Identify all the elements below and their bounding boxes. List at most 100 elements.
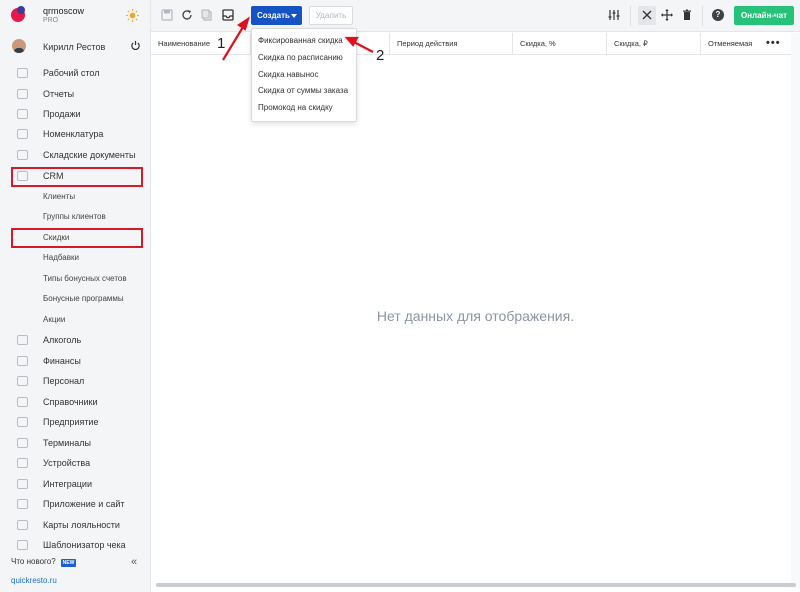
sidebar-item-warehouse-docs[interactable]: Складские документы (0, 145, 150, 165)
sidebar-item-staff[interactable]: Персонал (0, 371, 150, 391)
box-icon (17, 150, 28, 160)
wallet-icon (17, 356, 28, 366)
online-chat-button[interactable]: Онлайн-чат (734, 6, 794, 25)
sidebar-item-label: Складские документы (43, 150, 136, 160)
filter-settings-icon[interactable] (608, 9, 620, 21)
sidebar-item-app-and-site[interactable]: Приложение и сайт (0, 494, 150, 514)
trash-icon[interactable] (681, 9, 693, 21)
sidebar-item-label: Продажи (43, 109, 81, 119)
grid-header: Наименование Период действия Скидка, % С… (151, 33, 791, 55)
tools-icon (642, 10, 652, 20)
sidebar-item-label: Приложение и сайт (43, 499, 125, 509)
book-icon (17, 397, 28, 407)
link-icon (17, 479, 28, 489)
chevron-down-icon (291, 14, 297, 18)
move-icon[interactable] (661, 9, 673, 21)
sidebar-item-label: Финансы (43, 356, 81, 366)
sidebar-item-reports[interactable]: Отчеты (0, 84, 150, 104)
sidebar-item-label: Отчеты (43, 89, 75, 99)
sidebar-item-terminals[interactable]: Терминалы (0, 433, 150, 453)
sidebar-item-bonus-account-types[interactable]: Типы бонусных счетов (0, 269, 150, 289)
sidebar-item-label: Алкоголь (43, 335, 82, 345)
new-badge: NEW (61, 559, 76, 567)
annotation-step-2: 2 (376, 47, 385, 64)
tools-button[interactable] (638, 6, 656, 25)
create-button[interactable]: Создать (251, 6, 302, 25)
help-icon[interactable]: ? (712, 9, 724, 21)
sidebar-item-label: Бонусные программы (43, 294, 124, 303)
sidebar-item-label: Терминалы (43, 438, 91, 448)
sidebar-item-client-groups[interactable]: Группы клиентов (0, 207, 150, 227)
sidebar-item-label: Справочники (43, 397, 98, 407)
save-icon[interactable] (161, 9, 173, 21)
collapse-sidebar-button[interactable]: « (131, 556, 137, 568)
building-icon (17, 417, 28, 427)
sidebar-item-label: Надбавки (43, 253, 79, 262)
column-header-discount-rub[interactable]: Скидка, ₽ (607, 33, 701, 55)
column-header-name[interactable]: Наименование (151, 33, 251, 55)
horizontal-scrollbar[interactable] (156, 583, 796, 587)
window-icon (17, 499, 28, 509)
card-icon (17, 520, 28, 530)
brand-logo (11, 6, 25, 22)
sidebar-item-devices[interactable]: Устройства (0, 453, 150, 473)
sidebar-item-enterprise[interactable]: Предприятие (0, 412, 150, 432)
sidebar-item-integrations[interactable]: Интеграции (0, 474, 150, 494)
site-link[interactable]: quickresto.ru (11, 576, 57, 585)
sidebar-item-markups[interactable]: Надбавки (0, 248, 150, 268)
highlight-box-discounts (11, 228, 143, 248)
sidebar-item-references[interactable]: Справочники (0, 392, 150, 412)
menu-item-takeaway-discount[interactable]: Скидка навынос (252, 67, 356, 84)
sidebar-item-label: Группы клиентов (43, 212, 106, 221)
delete-button[interactable]: Удалить (309, 6, 353, 25)
whats-new-link[interactable]: Что нового? (11, 557, 56, 566)
column-header-period[interactable]: Период действия (390, 33, 513, 55)
printer-icon (17, 458, 28, 468)
menu-item-order-sum-discount[interactable]: Скидка от суммы заказа (252, 83, 356, 100)
toolbar-divider (630, 6, 631, 26)
sidebar-item-dashboard[interactable]: Рабочий стол (0, 63, 150, 83)
sidebar-item-alcohol[interactable]: Алкоголь (0, 330, 150, 350)
sun-icon[interactable] (126, 9, 139, 22)
sidebar-item-receipt-templates[interactable]: Шаблонизатор чека (0, 535, 150, 555)
people-icon (17, 376, 28, 386)
sidebar: qrmoscow PRO Кирилл Рестов Рабочий стол … (0, 0, 151, 592)
sidebar-item-label: Рабочий стол (43, 68, 100, 78)
user-profile[interactable]: Кирилл Рестов (0, 36, 150, 58)
sidebar-item-clients[interactable]: Клиенты (0, 187, 150, 207)
menu-item-fixed-discount[interactable]: Фиксированная скидка (252, 33, 356, 50)
sidebar-item-promotions[interactable]: Акции (0, 310, 150, 330)
sidebar-item-label: Предприятие (43, 417, 99, 427)
brand[interactable]: qrmoscow PRO (0, 0, 150, 32)
sidebar-item-label: Клиенты (43, 192, 76, 201)
brand-name: qrmoscow (43, 6, 85, 16)
brand-plan: PRO (43, 17, 59, 24)
toolbar: Создать Удалить ? Онлайн-чат (151, 0, 800, 32)
sidebar-item-label: Номенклатура (43, 129, 104, 139)
refresh-icon[interactable] (181, 9, 193, 21)
sidebar-item-label: Типы бонусных счетов (43, 274, 127, 283)
column-header-discount-percent[interactable]: Скидка, % (513, 33, 607, 55)
power-icon[interactable] (130, 40, 141, 51)
sidebar-item-nomenclature[interactable]: Номенклатура (0, 124, 150, 144)
sidebar-item-label: Персонал (43, 376, 85, 386)
menu-item-scheduled-discount[interactable]: Скидка по расписанию (252, 50, 356, 67)
create-button-label: Создать (257, 11, 290, 20)
sidebar-item-label: Карты лояльности (43, 520, 120, 530)
inbox-icon[interactable] (222, 9, 234, 21)
receipt-icon (17, 540, 28, 550)
basket-icon (17, 109, 28, 119)
sidebar-item-loyalty-cards[interactable]: Карты лояльности (0, 515, 150, 535)
dashboard-icon (17, 68, 28, 78)
create-dropdown-menu: Фиксированная скидка Скидка по расписани… (251, 28, 357, 122)
sidebar-item-label: Устройства (43, 458, 91, 468)
sidebar-item-finance[interactable]: Финансы (0, 351, 150, 371)
sidebar-item-sales[interactable]: Продажи (0, 104, 150, 124)
menu-item-promo-code[interactable]: Промокод на скидку (252, 100, 356, 117)
copy-icon[interactable] (201, 9, 213, 21)
terminal-icon (17, 438, 28, 448)
sidebar-item-label: Акции (43, 315, 66, 324)
more-options-icon[interactable]: ••• (766, 33, 781, 55)
reports-icon (17, 89, 28, 99)
sidebar-item-bonus-programs[interactable]: Бонусные программы (0, 289, 150, 309)
